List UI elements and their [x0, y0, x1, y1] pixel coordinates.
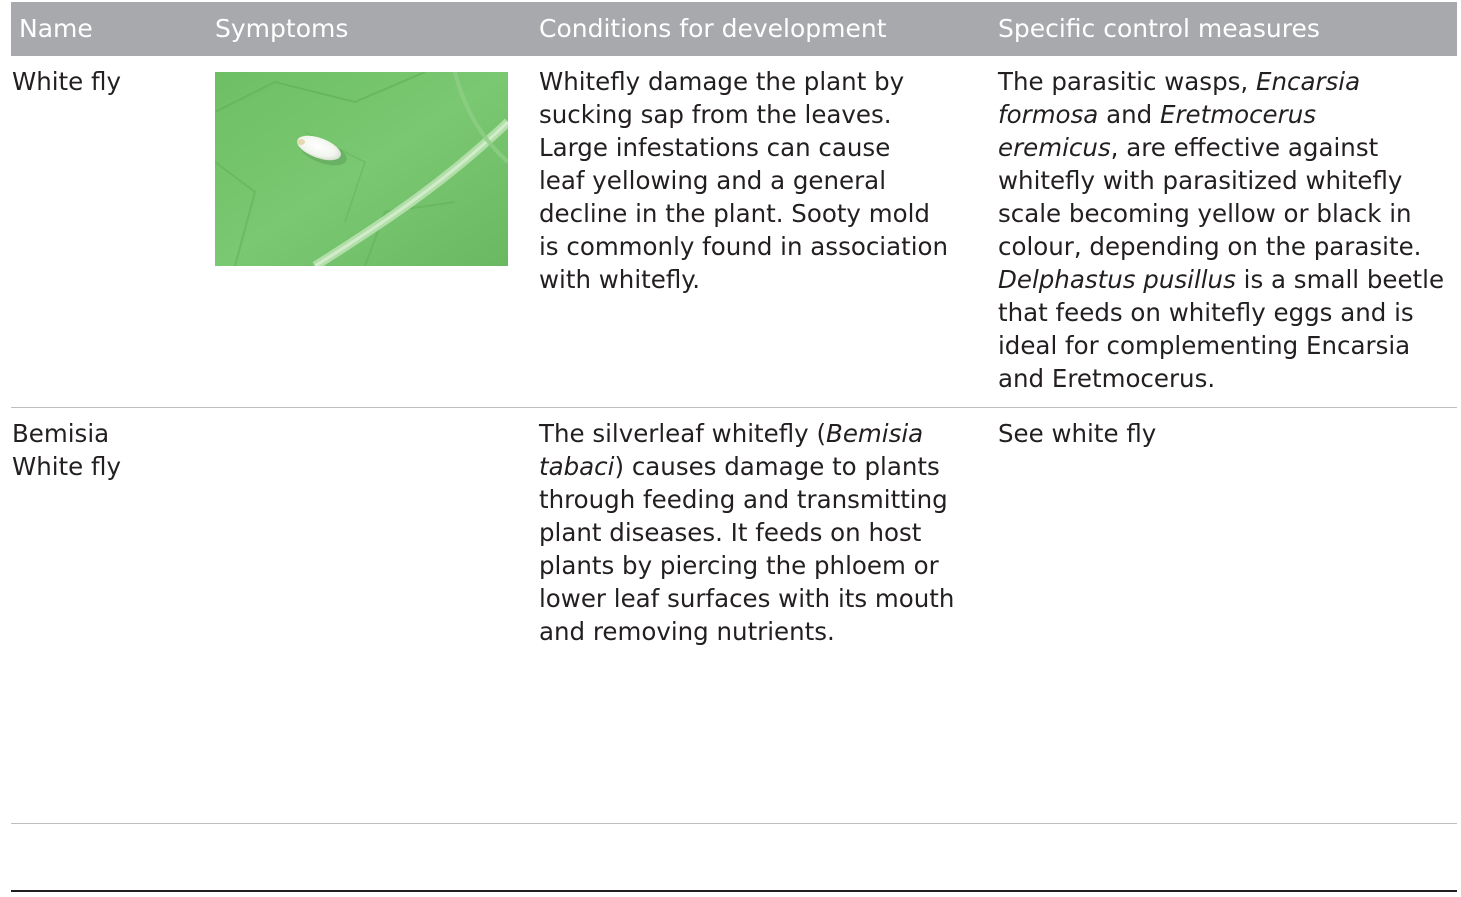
species-name: Eretmocerus: [1160, 100, 1316, 129]
table-row: White fly Whitefly damage the plant by s…: [11, 56, 1457, 408]
control-line: eremicus, are effective against: [998, 131, 1461, 164]
header-name: Name: [19, 14, 93, 43]
table-row: Bemisia White fly The silverleaf whitefl…: [11, 408, 1457, 824]
table-bottom-rule: [11, 890, 1457, 892]
conditions-line: and removing nutrients.: [539, 617, 835, 646]
table-header: Name Symptoms Conditions for development…: [11, 2, 1457, 56]
species-name: Delphastus pusillus: [998, 265, 1236, 294]
species-name: formosa: [998, 100, 1099, 129]
conditions-line: Large infestations can cause: [539, 133, 891, 162]
conditions-line: lower leaf surfaces with its mouth: [539, 584, 955, 613]
pest-name-line: White fly: [12, 67, 121, 96]
conditions-line: with whitefly.: [539, 265, 701, 294]
pest-name-line: Bemisia: [12, 419, 110, 448]
control-line: The parasitic wasps, Encarsia: [998, 65, 1461, 98]
control-line: that feeds on whitefly eggs and is: [998, 298, 1414, 327]
pest-name: White fly: [12, 65, 192, 98]
control-line: formosa and Eretmocerus: [998, 98, 1461, 131]
conditions-line: leaf yellowing and a general: [539, 166, 886, 195]
species-name: tabaci: [539, 452, 615, 481]
species-name: Bemisia: [826, 419, 924, 448]
control-text: The parasitic wasps,: [998, 67, 1256, 96]
conditions-segment: The silverleaf whitefly (: [539, 419, 827, 448]
species-name: Encarsia: [1255, 67, 1361, 96]
conditions-line: sucking sap from the leaves.: [539, 100, 892, 129]
header-control-measures: Specific control measures: [998, 14, 1320, 43]
control-text: and: [1098, 100, 1160, 129]
pest-table: Name Symptoms Conditions for development…: [11, 2, 1457, 824]
conditions-text: Whitefly damage the plant by sucking sap…: [539, 65, 984, 296]
control-line: Delphastus pusillus is a small beetle: [998, 263, 1461, 296]
control-text: is a small beetle: [1235, 265, 1445, 294]
conditions-segment: ) causes damage to plants: [614, 452, 940, 481]
control-line: whitefly with parasitized whitefly: [998, 166, 1403, 195]
whitefly-photo: [215, 72, 508, 266]
pest-name-line: White fly: [12, 452, 121, 481]
conditions-line: plant diseases. It feeds on host: [539, 518, 922, 547]
conditions-line: The silverleaf whitefly (Bemisia: [539, 417, 984, 450]
control-line: colour, depending on the parasite.: [998, 232, 1422, 261]
control-line: See white fly: [998, 419, 1157, 448]
control-text: , are effective against: [1110, 133, 1379, 162]
pest-name: Bemisia White fly: [12, 417, 192, 483]
conditions-line: tabaci) causes damage to plants: [539, 450, 984, 483]
header-symptoms: Symptoms: [215, 14, 349, 43]
conditions-line: is commonly found in association: [539, 232, 949, 261]
control-measures-text: See white fly: [998, 417, 1461, 450]
conditions-line: plants by piercing the phloem or: [539, 551, 939, 580]
conditions-line: decline in the plant. Sooty mold: [539, 199, 930, 228]
conditions-text: The silverleaf whitefly (Bemisia tabaci)…: [539, 417, 984, 648]
control-measures-text: The parasitic wasps, Encarsia formosa an…: [998, 65, 1461, 395]
control-line: and Eretmocerus.: [998, 364, 1216, 393]
species-name: eremicus: [998, 133, 1111, 162]
conditions-line: Whitefly damage the plant by: [539, 67, 905, 96]
control-line: ideal for complementing Encarsia: [998, 331, 1411, 360]
conditions-line: through feeding and transmitting: [539, 485, 948, 514]
control-line: scale becoming yellow or black in: [998, 199, 1412, 228]
header-conditions: Conditions for development: [539, 14, 887, 43]
